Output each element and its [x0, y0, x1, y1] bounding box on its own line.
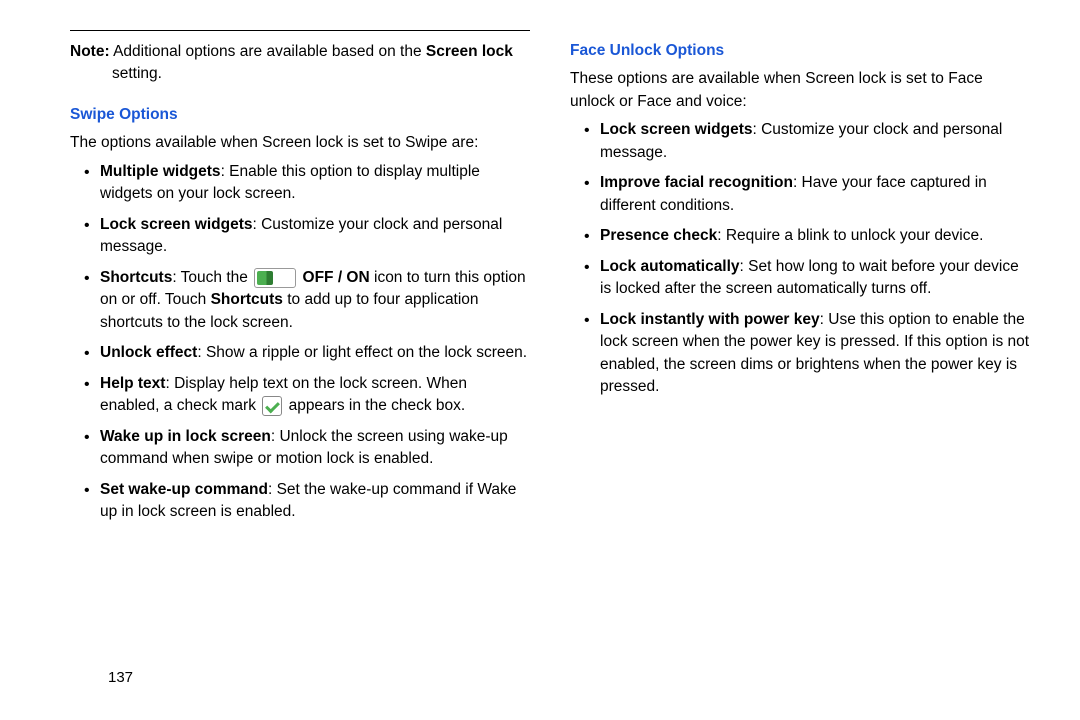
item-title: Improve facial recognition — [600, 174, 793, 191]
item-title: Multiple widgets — [100, 163, 221, 180]
swipe-options-heading: Swipe Options — [70, 104, 530, 126]
list-item: Unlock effect: Show a ripple or light ef… — [88, 342, 530, 364]
swipe-intro: The options available when Screen lock i… — [70, 132, 530, 154]
page-number: 137 — [108, 669, 133, 686]
item-title: Help text — [100, 375, 165, 392]
toggle-icon — [254, 268, 296, 288]
item-title: Wake up in lock screen — [100, 428, 271, 445]
note-text-after: setting. — [112, 65, 162, 82]
face-options-list: Lock screen widgets: Customize your cloc… — [570, 119, 1030, 398]
item-desc: : Require a blink to unlock your device. — [717, 227, 983, 244]
list-item: Improve facial recognition: Have your fa… — [588, 172, 1030, 217]
list-item: Help text: Display help text on the lock… — [88, 373, 530, 418]
right-column: Face Unlock Options These options are av… — [570, 30, 1030, 531]
item-title: Set wake-up command — [100, 481, 268, 498]
note-bold: Screen lock — [426, 43, 513, 60]
item-desc: : Show a ripple or light effect on the l… — [197, 344, 527, 361]
list-item: Lock automatically: Set how long to wait… — [588, 256, 1030, 301]
list-item: Lock instantly with power key: Use this … — [588, 309, 1030, 399]
list-item: Presence check: Require a blink to unloc… — [588, 225, 1030, 247]
item-post: appears in the check box. — [284, 397, 465, 414]
item-title: Shortcuts — [100, 269, 172, 286]
divider — [70, 30, 530, 31]
note-text-before: Additional options are available based o… — [113, 43, 426, 60]
list-item: Lock screen widgets: Customize your cloc… — [88, 214, 530, 259]
item-title: Lock screen widgets — [100, 216, 252, 233]
item-title: Lock automatically — [600, 258, 740, 275]
list-item: Wake up in lock screen: Unlock the scree… — [88, 426, 530, 471]
note-block: Note: Additional options are available b… — [70, 41, 530, 86]
checkmark-icon — [262, 396, 282, 416]
document-page: Note: Additional options are available b… — [0, 0, 1080, 551]
note-label: Note: — [70, 43, 110, 60]
shortcuts-bold: Shortcuts — [211, 291, 283, 308]
item-title: Presence check — [600, 227, 717, 244]
item-title: Lock instantly with power key — [600, 311, 820, 328]
swipe-options-list: Multiple widgets: Enable this option to … — [70, 161, 530, 524]
face-unlock-heading: Face Unlock Options — [570, 40, 1030, 62]
list-item: Shortcuts: Touch the OFF / ON icon to tu… — [88, 267, 530, 334]
left-column: Note: Additional options are available b… — [70, 30, 530, 531]
off-on-label: OFF / ON — [303, 269, 370, 286]
list-item: Set wake-up command: Set the wake-up com… — [88, 479, 530, 524]
item-title: Lock screen widgets — [600, 121, 752, 138]
item-pre: : Touch the — [172, 269, 252, 286]
list-item: Lock screen widgets: Customize your cloc… — [588, 119, 1030, 164]
item-title: Unlock effect — [100, 344, 197, 361]
face-intro: These options are available when Screen … — [570, 68, 1030, 113]
list-item: Multiple widgets: Enable this option to … — [88, 161, 530, 206]
